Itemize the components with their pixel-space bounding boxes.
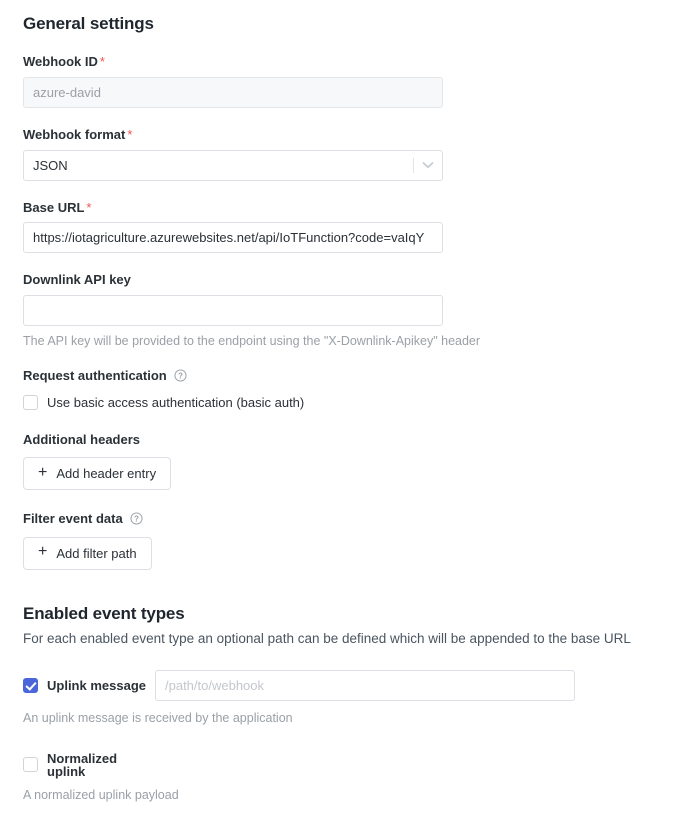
add-header-entry-label: Add header entry xyxy=(56,466,157,482)
webhook-id-label: Webhook ID * xyxy=(23,54,668,70)
downlink-api-key-label: Downlink API key xyxy=(23,272,131,288)
webhook-id-label-text: Webhook ID xyxy=(23,54,98,70)
base-url-label-text: Base URL xyxy=(23,199,85,215)
downlink-api-key-helper: The API key will be provided to the endp… xyxy=(23,333,481,348)
field-base-url: Base URL * xyxy=(23,200,668,254)
add-filter-path-label: Add filter path xyxy=(56,545,137,561)
plus-icon: + xyxy=(38,543,48,561)
uplink-message-checkbox[interactable] xyxy=(23,678,38,694)
field-webhook-id: Webhook ID * xyxy=(23,54,668,108)
uplink-message-path-input[interactable] xyxy=(155,670,575,702)
required-asterisk: * xyxy=(99,54,105,70)
filter-event-data-label: Filter event data ? xyxy=(23,511,668,527)
field-request-authentication: Request authentication ? Use basic acces… xyxy=(23,368,668,410)
svg-text:?: ? xyxy=(134,515,139,524)
help-circle-icon[interactable]: ? xyxy=(174,369,187,382)
additional-headers-label: Additional headers xyxy=(23,431,141,447)
downlink-api-key-input[interactable] xyxy=(23,294,443,326)
help-circle-icon[interactable]: ? xyxy=(130,512,143,525)
basic-auth-label: Use basic access authentication (basic a… xyxy=(47,394,305,410)
request-authentication-label-text: Request authentication xyxy=(23,368,167,384)
webhook-id-input[interactable] xyxy=(23,76,443,108)
filter-event-data-label-text: Filter event data xyxy=(23,511,123,527)
event-row[interactable]: Normalized uplink xyxy=(23,752,668,778)
base-url-input[interactable] xyxy=(23,222,443,254)
event-uplink-message: Uplink message An uplink message is rece… xyxy=(23,670,668,726)
required-asterisk: * xyxy=(86,199,92,215)
add-header-entry-button[interactable]: + Add header entry xyxy=(23,457,172,491)
basic-auth-checkbox[interactable] xyxy=(23,394,38,410)
field-downlink-api-key: Downlink API key The API key will be pro… xyxy=(23,272,668,349)
normalized-uplink-label: Normalized uplink xyxy=(47,750,118,779)
request-authentication-label: Request authentication ? xyxy=(23,368,668,384)
event-row[interactable]: Uplink message xyxy=(23,670,668,702)
svg-text:?: ? xyxy=(178,372,183,381)
field-filter-event-data: Filter event data ? + Add filter path xyxy=(23,511,668,570)
basic-auth-checkbox-row[interactable]: Use basic access authentication (basic a… xyxy=(23,394,668,410)
events-title: Enabled event types xyxy=(23,603,185,623)
events-description: For each enabled event type an optional … xyxy=(23,631,631,647)
uplink-message-label: Uplink message xyxy=(47,678,146,694)
base-url-label: Base URL * xyxy=(23,200,668,216)
webhook-format-value[interactable] xyxy=(23,149,443,181)
normalized-uplink-description: A normalized uplink payload xyxy=(23,787,179,802)
plus-icon: + xyxy=(38,463,48,481)
webhook-format-label-text: Webhook format xyxy=(23,126,126,142)
event-normalized-uplink: Normalized uplink A normalized uplink pa… xyxy=(23,752,668,803)
add-filter-path-button[interactable]: + Add filter path xyxy=(23,536,152,570)
uplink-message-description: An uplink message is received by the app… xyxy=(23,711,293,726)
select-separator xyxy=(413,157,414,173)
field-additional-headers: Additional headers + Add header entry xyxy=(23,432,668,491)
settings-page: General settings Webhook ID* Webhook for… xyxy=(0,0,690,803)
normalized-uplink-checkbox[interactable] xyxy=(23,757,38,773)
page-title: General settings xyxy=(23,14,154,33)
required-asterisk: * xyxy=(127,126,133,142)
field-webhook-format: Webhook format * xyxy=(23,127,668,181)
webhook-format-select[interactable] xyxy=(23,149,443,181)
webhook-format-label: Webhook format * xyxy=(23,127,668,143)
